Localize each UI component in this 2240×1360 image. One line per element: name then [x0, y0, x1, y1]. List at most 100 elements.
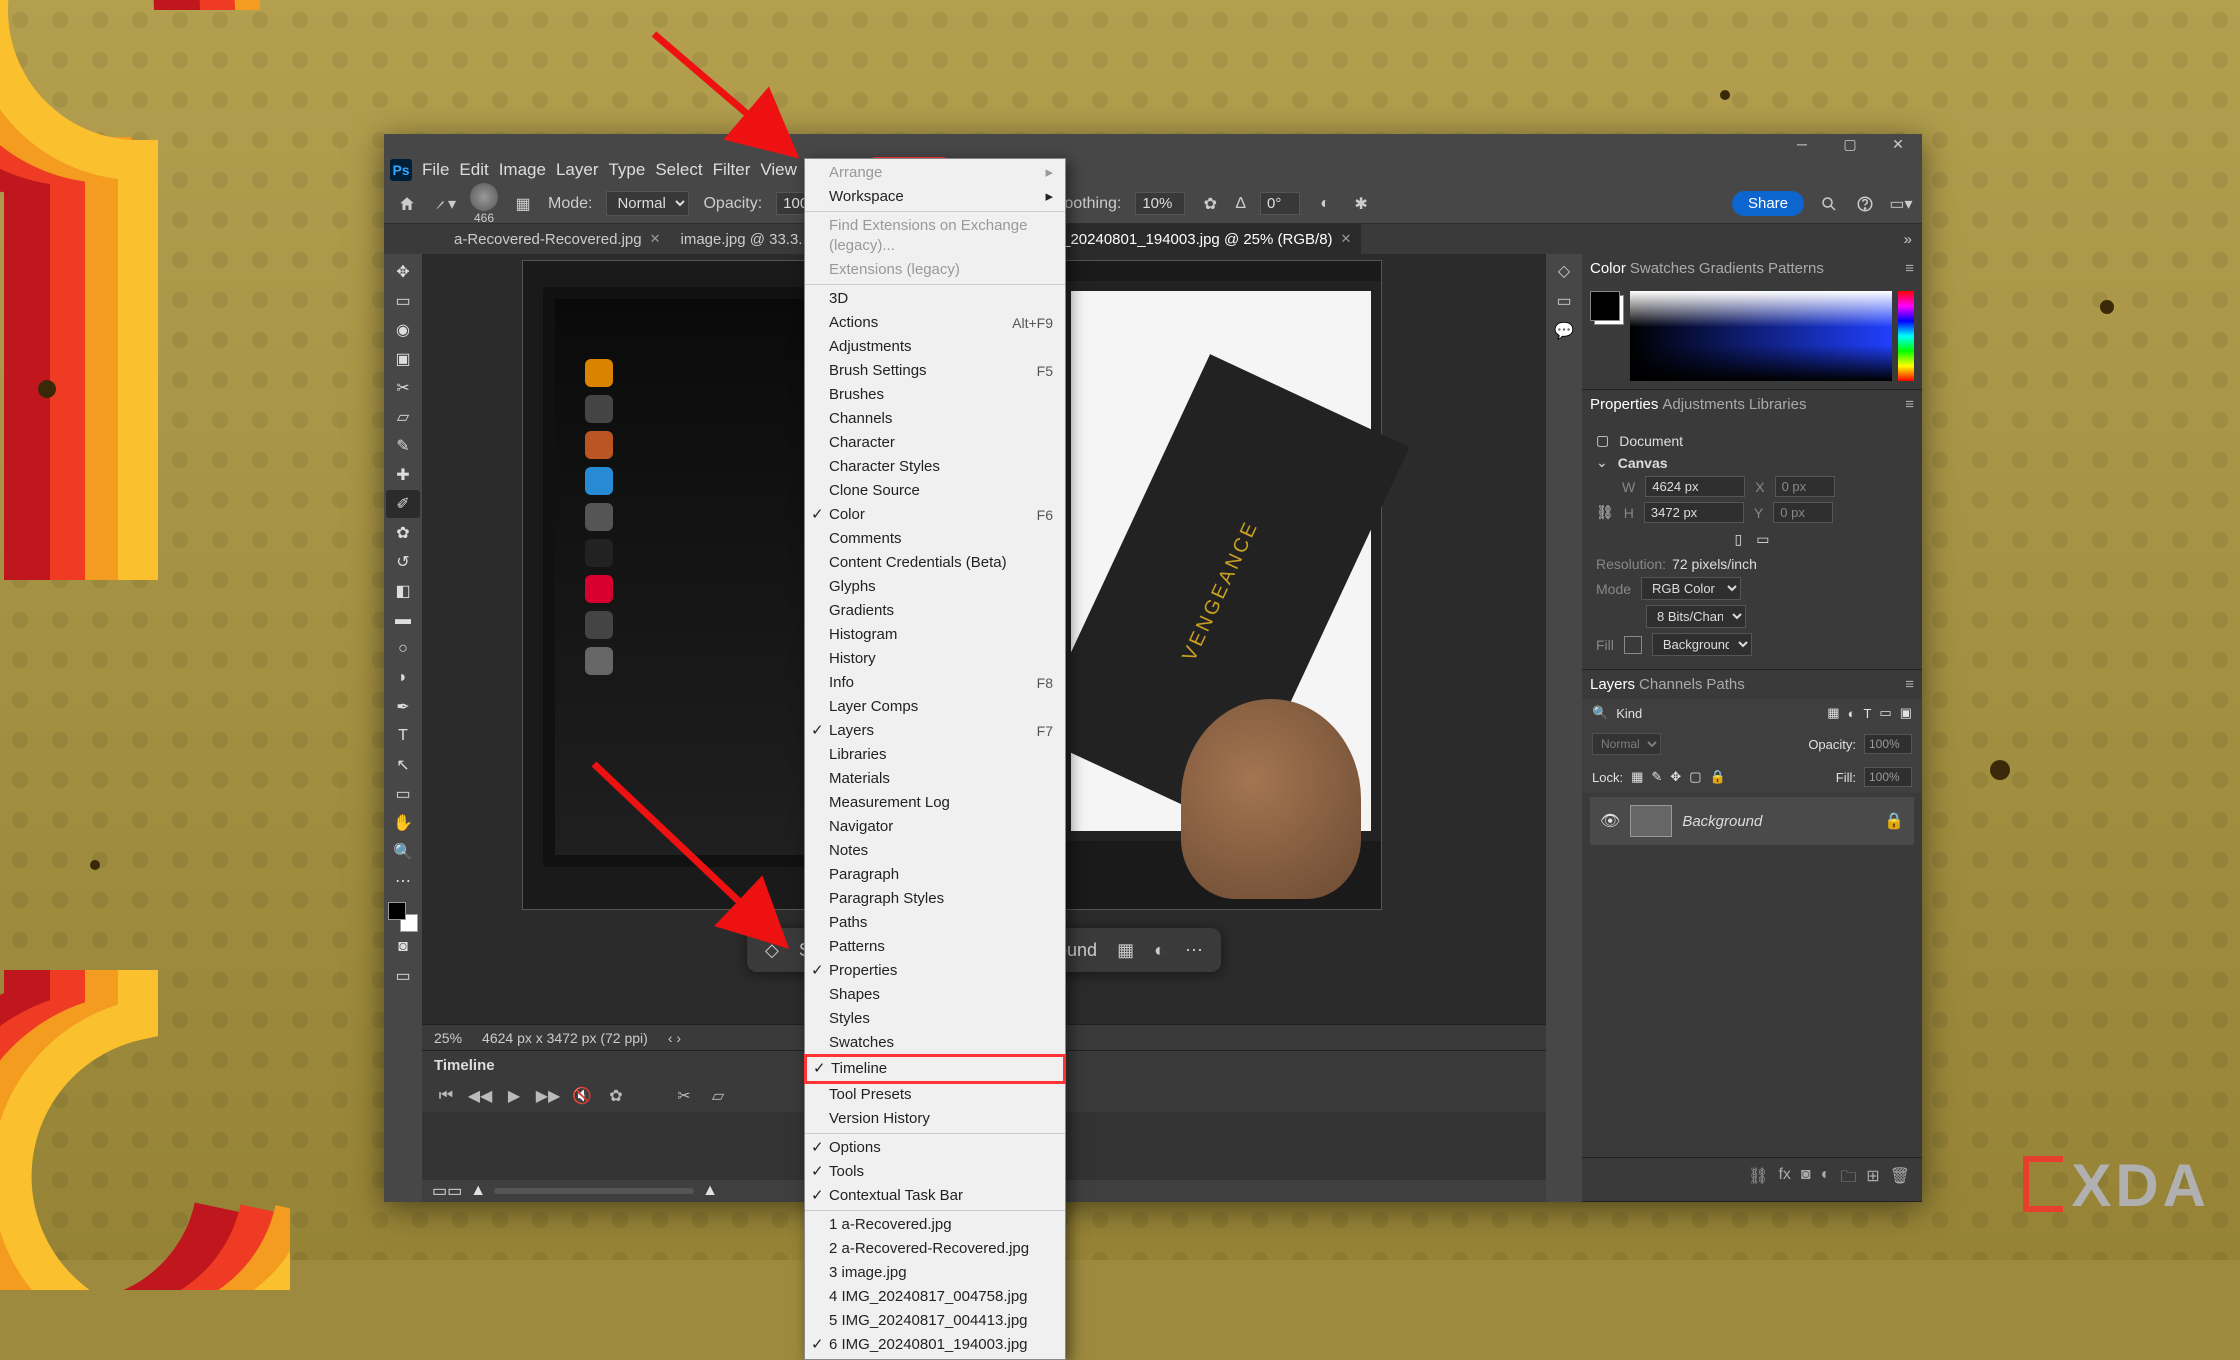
healing-tool-icon[interactable]: ✚: [386, 461, 420, 489]
lock-artboard-icon[interactable]: ▢: [1689, 769, 1701, 785]
tab-properties[interactable]: Properties: [1590, 396, 1658, 413]
menu-item[interactable]: Brushes: [805, 383, 1065, 407]
menu-item[interactable]: Content Credentials (Beta): [805, 551, 1065, 575]
menu-file[interactable]: File: [422, 160, 449, 180]
menu-item[interactable]: Patterns: [805, 935, 1065, 959]
lock-icon[interactable]: 🔒: [1884, 811, 1904, 831]
marquee-tool-icon[interactable]: ▭: [386, 287, 420, 315]
menu-item[interactable]: Histogram: [805, 623, 1065, 647]
pressure-size-icon[interactable]: ◐: [1314, 193, 1336, 215]
menu-item[interactable]: ✓ColorF6: [805, 503, 1065, 527]
visibility-eye-icon[interactable]: 👁: [1600, 811, 1620, 831]
brush-preview-icon[interactable]: [470, 183, 498, 211]
timeline-next-icon[interactable]: ▶▶: [538, 1086, 558, 1106]
menu-item[interactable]: Character: [805, 431, 1065, 455]
menu-item[interactable]: Styles: [805, 1007, 1065, 1031]
tab-channels[interactable]: Channels: [1639, 676, 1702, 693]
menu-item[interactable]: Materials: [805, 767, 1065, 791]
object-select-tool-icon[interactable]: ▣: [386, 345, 420, 373]
crop-tool-icon[interactable]: ✂: [386, 374, 420, 402]
menu-edit[interactable]: Edit: [459, 160, 488, 180]
brush-tool-icon[interactable]: ✐: [386, 490, 420, 518]
canvas-collapse-icon[interactable]: ⌄: [1596, 454, 1608, 471]
menu-item[interactable]: Notes: [805, 839, 1065, 863]
blend-select[interactable]: Normal: [1592, 733, 1661, 755]
menu-item[interactable]: 1 a-Recovered.jpg: [805, 1213, 1065, 1237]
symmetry-icon[interactable]: ✱: [1350, 193, 1372, 215]
menu-item[interactable]: Comments: [805, 527, 1065, 551]
timeline-prev-icon[interactable]: ◀◀: [470, 1086, 490, 1106]
ctx-more-icon[interactable]: ⋯: [1185, 940, 1203, 961]
frame-tool-icon[interactable]: ▱: [386, 403, 420, 431]
gradient-tool-icon[interactable]: ▬: [386, 606, 420, 634]
close-icon[interactable]: ✕: [1341, 231, 1352, 247]
path-select-tool-icon[interactable]: ↖: [386, 751, 420, 779]
workspace-icon[interactable]: ▭▾: [1890, 193, 1912, 215]
menu-item[interactable]: Channels: [805, 407, 1065, 431]
slider-out-icon[interactable]: ▲: [470, 1182, 486, 1200]
tab-layers[interactable]: Layers: [1590, 676, 1635, 693]
layer-name[interactable]: Background: [1682, 813, 1762, 830]
brush-tool-icon[interactable]: ▾: [434, 193, 456, 215]
eyedropper-tool-icon[interactable]: ✎: [386, 432, 420, 460]
frame-mode-icon[interactable]: ▭▭: [432, 1181, 462, 1201]
slider-in-icon[interactable]: ▲: [702, 1182, 718, 1200]
lock-transparent-icon[interactable]: ▦: [1631, 769, 1643, 785]
menu-item[interactable]: 3 image.jpg: [805, 1261, 1065, 1285]
edit-toolbar-icon[interactable]: ⋯: [386, 867, 420, 895]
status-arrows[interactable]: ‹ ›: [668, 1030, 681, 1046]
menu-item[interactable]: Clone Source: [805, 479, 1065, 503]
panel-menu-icon[interactable]: ≡: [1905, 676, 1914, 693]
hand-tool-icon[interactable]: ✋: [386, 809, 420, 837]
pen-tool-icon[interactable]: ✒: [386, 693, 420, 721]
zoom-tool-icon[interactable]: 🔍: [386, 838, 420, 866]
new-layer-icon[interactable]: ⊞: [1866, 1166, 1879, 1193]
home-icon[interactable]: [394, 191, 420, 217]
history-brush-icon[interactable]: ↺: [386, 548, 420, 576]
color-picker-field[interactable]: [1630, 291, 1892, 381]
brush-settings-icon[interactable]: ▦: [512, 193, 534, 215]
timeline-split-icon[interactable]: ✂: [674, 1086, 694, 1106]
menu-item[interactable]: Gradients: [805, 599, 1065, 623]
collapsed-icon[interactable]: ▭: [1553, 290, 1575, 312]
menu-item[interactable]: ✓Contextual Task Bar: [805, 1184, 1065, 1208]
menu-item[interactable]: InfoF8: [805, 671, 1065, 695]
timeline-gear-icon[interactable]: ✿: [606, 1086, 626, 1106]
mode-select[interactable]: RGB Color: [1641, 577, 1741, 600]
maximize-button[interactable]: ▢: [1826, 134, 1874, 156]
menu-item[interactable]: Brush SettingsF5: [805, 359, 1065, 383]
ctx-transform-icon[interactable]: ▦: [1117, 940, 1134, 961]
menu-item[interactable]: Character Styles: [805, 455, 1065, 479]
filter-adj-icon[interactable]: ◐: [1848, 706, 1856, 721]
bits-select[interactable]: 8 Bits/Channel: [1646, 605, 1746, 628]
lasso-tool-icon[interactable]: ◉: [386, 316, 420, 344]
blur-tool-icon[interactable]: ○: [386, 635, 420, 663]
fg-bg-swatch[interactable]: [388, 902, 418, 932]
smoothing-input[interactable]: [1135, 192, 1185, 215]
menu-layer[interactable]: Layer: [556, 160, 599, 180]
help-icon[interactable]: [1854, 193, 1876, 215]
menu-item[interactable]: History: [805, 647, 1065, 671]
tab-paths[interactable]: Paths: [1706, 676, 1744, 693]
menu-item[interactable]: Swatches: [805, 1031, 1065, 1055]
menu-item[interactable]: Version History: [805, 1107, 1065, 1131]
zoom-level[interactable]: 25%: [434, 1030, 462, 1046]
search-icon[interactable]: [1818, 193, 1840, 215]
stamp-tool-icon[interactable]: ✿: [386, 519, 420, 547]
tab-libraries[interactable]: Libraries: [1749, 396, 1807, 413]
menu-item[interactable]: Glyphs: [805, 575, 1065, 599]
layer-fill-input[interactable]: [1864, 767, 1912, 787]
collapsed-icon[interactable]: 💬: [1553, 320, 1575, 342]
menu-image[interactable]: Image: [499, 160, 546, 180]
link-icon[interactable]: ⛓: [1596, 504, 1614, 521]
tab-patterns[interactable]: Patterns: [1768, 260, 1824, 277]
zoom-slider[interactable]: [494, 1188, 694, 1194]
menu-item[interactable]: Paths: [805, 911, 1065, 935]
layer-row[interactable]: 👁 Background 🔒: [1590, 797, 1914, 845]
menu-item[interactable]: Paragraph Styles: [805, 887, 1065, 911]
menu-item[interactable]: 2 a-Recovered-Recovered.jpg: [805, 1237, 1065, 1261]
orientation-portrait-icon[interactable]: ▯: [1735, 531, 1743, 548]
lock-all-icon[interactable]: 🔒: [1709, 769, 1725, 785]
minimize-button[interactable]: ─: [1778, 134, 1826, 156]
tab-adjustments[interactable]: Adjustments: [1662, 396, 1745, 413]
